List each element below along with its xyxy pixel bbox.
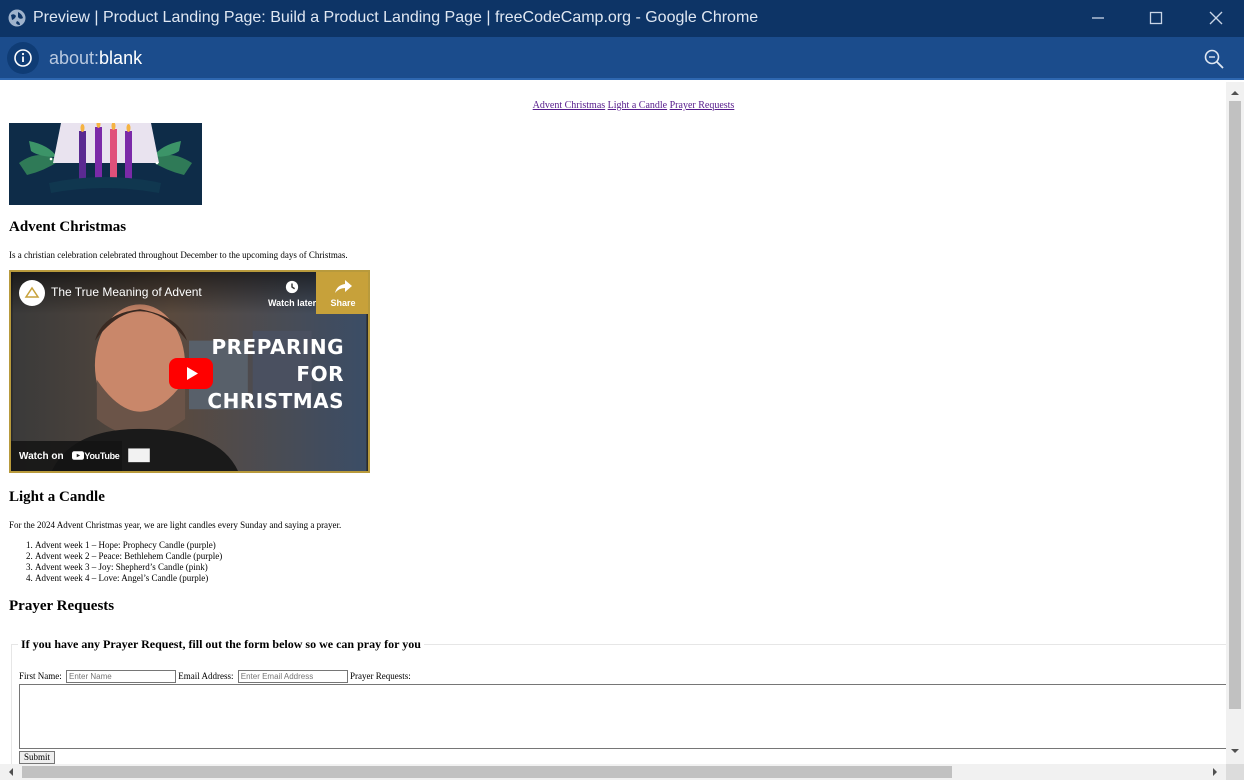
prayer-form-row: First Name: Email Address: Prayer Reques… — [19, 670, 413, 683]
nav-link-light-a-candle[interactable]: Light a Candle — [608, 100, 667, 111]
overlay-line-3: CHRISTMAS — [207, 389, 344, 413]
list-item: Advent week 2 – Peace: Bethlehem Candle … — [35, 551, 222, 562]
first-name-field[interactable] — [66, 670, 176, 683]
youtube-wordmark: YouTube — [84, 451, 120, 461]
list-item: Advent week 3 – Joy: Shepherd’s Candle (… — [35, 562, 222, 573]
close-icon[interactable] — [1206, 8, 1226, 28]
scroll-up-icon[interactable] — [1226, 86, 1244, 100]
nav-link-advent-christmas[interactable]: Advent Christmas — [533, 100, 606, 111]
page-viewport: Advent Christmas Light a Candle Prayer R… — [1, 82, 1226, 764]
nav-link-prayer-requests[interactable]: Prayer Requests — [670, 100, 735, 111]
first-name-label: First Name: — [19, 670, 62, 681]
url-path: blank — [99, 48, 143, 68]
prayer-heading: Prayer Requests — [9, 598, 115, 614]
watch-later-label[interactable]: Watch later — [268, 298, 316, 308]
maximize-icon[interactable] — [1146, 8, 1166, 28]
advent-description: Is a christian celebration celebrated th… — [9, 250, 348, 260]
overlay-line-2: FOR — [296, 362, 344, 386]
top-nav: Advent Christmas Light a Candle Prayer R… — [1, 100, 1226, 111]
list-item: Advent week 4 – Love: Angel’s Candle (pu… — [35, 573, 222, 584]
scroll-right-icon[interactable] — [1208, 764, 1222, 780]
url-field[interactable]: about:blank — [49, 48, 142, 69]
horizontal-scroll-thumb[interactable] — [22, 766, 952, 778]
horizontal-scrollbar[interactable] — [0, 764, 1226, 780]
candle-list: Advent week 1 – Hope: Prophecy Candle (p… — [1, 540, 222, 584]
channel-avatar[interactable] — [19, 280, 45, 306]
vertical-scroll-thumb[interactable] — [1229, 101, 1241, 709]
prayer-requests-label: Prayer Requests: — [350, 670, 411, 681]
scroll-down-icon[interactable] — [1226, 744, 1244, 758]
scrollbar-corner — [1226, 764, 1244, 780]
watch-on-label: Watch on — [19, 451, 64, 462]
youtube-logo-icon — [72, 451, 85, 460]
watch-on-youtube-button[interactable]: Watch on YouTube — [11, 441, 122, 471]
channel-logo-icon — [24, 286, 40, 298]
url-scheme: about: — [49, 48, 100, 68]
candle-heading: Light a Candle — [9, 489, 105, 505]
video-top-bar: The True Meaning of Advent Watch later S… — [11, 272, 368, 314]
prayer-legend: If you have any Prayer Request, fill out… — [21, 637, 421, 651]
submit-button[interactable]: Submit — [19, 751, 55, 764]
candle-description: For the 2024 Advent Christmas year, we a… — [9, 520, 342, 530]
vertical-scrollbar[interactable] — [1226, 82, 1244, 764]
info-icon — [14, 49, 32, 67]
video-title[interactable]: The True Meaning of Advent — [51, 285, 202, 299]
address-bar: about:blank — [0, 37, 1244, 80]
clock-icon[interactable] — [285, 280, 299, 294]
zoom-icon[interactable] — [1203, 48, 1225, 70]
play-icon — [187, 367, 198, 380]
minimize-icon[interactable] — [1088, 8, 1108, 28]
list-item: Advent week 1 – Hope: Prophecy Candle (p… — [35, 540, 222, 551]
window-title: Preview | Product Landing Page: Build a … — [33, 9, 759, 26]
email-field[interactable] — [237, 670, 348, 683]
overlay-line-1: PREPARING — [211, 335, 344, 359]
window-titlebar: Preview | Product Landing Page: Build a … — [0, 0, 1244, 37]
prayer-requests-textarea[interactable] — [19, 684, 1226, 749]
email-label: Email Address: — [178, 670, 234, 681]
advent-candles-image — [9, 123, 202, 205]
globe-icon — [8, 9, 26, 27]
share-label: Share — [330, 298, 356, 308]
site-info-button[interactable] — [7, 42, 39, 74]
scroll-left-icon[interactable] — [4, 764, 18, 780]
share-icon — [335, 280, 352, 293]
thumbnail-overlay-text: PREPARING FOR CHRISTMAS — [207, 334, 344, 415]
youtube-embed[interactable]: The True Meaning of Advent Watch later S… — [9, 270, 370, 473]
play-button[interactable] — [169, 358, 213, 389]
advent-heading: Advent Christmas — [9, 219, 127, 235]
share-button[interactable]: Share — [316, 272, 368, 314]
